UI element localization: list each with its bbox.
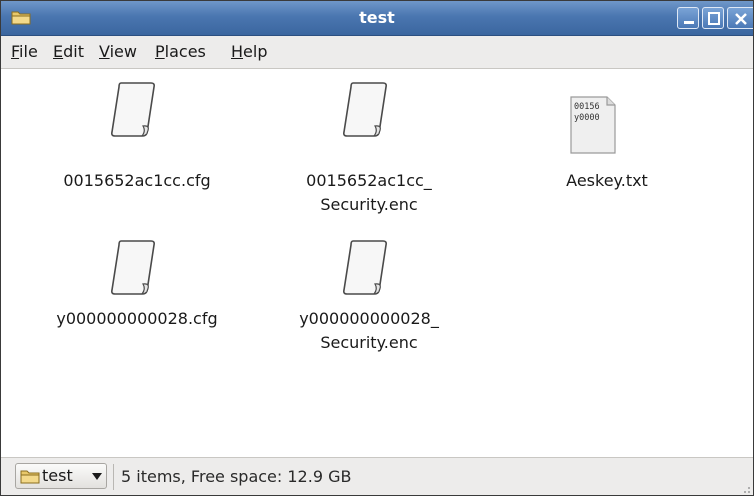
file-name-line: Security.enc — [320, 195, 418, 214]
status-separator — [113, 464, 114, 490]
file-name[interactable]: 0015652ac1cc_ Security.enc — [269, 169, 469, 217]
location-button[interactable]: test — [15, 463, 107, 489]
document-icon[interactable] — [339, 79, 395, 139]
file-name-line: 0015652ac1cc.cfg — [63, 171, 211, 190]
text-preview-line-1: 00156 — [574, 102, 600, 112]
document-icon[interactable] — [339, 237, 395, 297]
menu-view-label: iew — [109, 42, 137, 61]
location-label: test — [42, 466, 73, 485]
file-name-line: Security.enc — [320, 333, 418, 352]
menu-file[interactable]: File — [7, 36, 42, 68]
status-bar: test 5 items, Free space: 12.9 GB — [1, 457, 753, 495]
document-icon[interactable] — [107, 237, 163, 297]
menu-view[interactable]: View — [95, 36, 141, 68]
document-icon[interactable] — [107, 79, 163, 139]
file-name[interactable]: y000000000028.cfg — [37, 307, 237, 331]
file-name-line: y000000000028.cfg — [56, 309, 218, 328]
menu-edit-mnemonic: E — [53, 42, 64, 61]
menu-help-label: elp — [243, 42, 268, 61]
folder-icon — [20, 470, 40, 484]
menu-places-mnemonic: P — [155, 42, 165, 61]
file-manager-window: test File Edit View Places Help 0015652a… — [0, 0, 754, 496]
text-file-icon[interactable]: 00156 y0000 — [567, 95, 623, 155]
menu-file-label: ile — [19, 42, 38, 61]
menu-help[interactable]: Help — [227, 36, 271, 68]
text-preview-line-2: y0000 — [574, 113, 600, 123]
resize-grip-icon[interactable] — [739, 482, 751, 494]
folder-icon[interactable] — [11, 9, 31, 25]
menu-places[interactable]: Places — [151, 36, 210, 68]
menu-help-mnemonic: H — [231, 42, 244, 61]
title-bar[interactable]: test — [1, 1, 753, 36]
file-name[interactable]: y000000000028_ Security.enc — [269, 307, 469, 355]
menu-file-mnemonic: F — [11, 42, 20, 61]
menu-edit-label: dit — [63, 42, 84, 61]
close-icon — [735, 13, 747, 25]
minimize-icon — [684, 21, 694, 24]
file-name[interactable]: 0015652ac1cc.cfg — [37, 169, 237, 193]
maximize-button[interactable] — [702, 7, 724, 29]
status-info: 5 items, Free space: 12.9 GB — [121, 467, 352, 486]
minimize-button[interactable] — [677, 7, 699, 29]
file-name-line: y000000000028_ — [299, 309, 439, 328]
menu-places-label: laces — [164, 42, 206, 61]
maximize-icon — [708, 12, 720, 25]
file-name-line: 0015652ac1cc_ — [306, 171, 432, 190]
file-name[interactable]: Aeskey.txt — [507, 169, 707, 193]
file-name-line: Aeskey.txt — [566, 171, 648, 190]
menu-view-mnemonic: V — [99, 42, 110, 61]
dropdown-arrow-icon — [92, 473, 102, 480]
file-view[interactable]: 0015652ac1cc.cfg 0015652ac1cc_ Security.… — [1, 69, 753, 455]
menu-bar: File Edit View Places Help — [1, 36, 753, 69]
close-button[interactable] — [727, 7, 753, 29]
window-title: test — [359, 8, 395, 27]
menu-edit[interactable]: Edit — [49, 36, 88, 68]
